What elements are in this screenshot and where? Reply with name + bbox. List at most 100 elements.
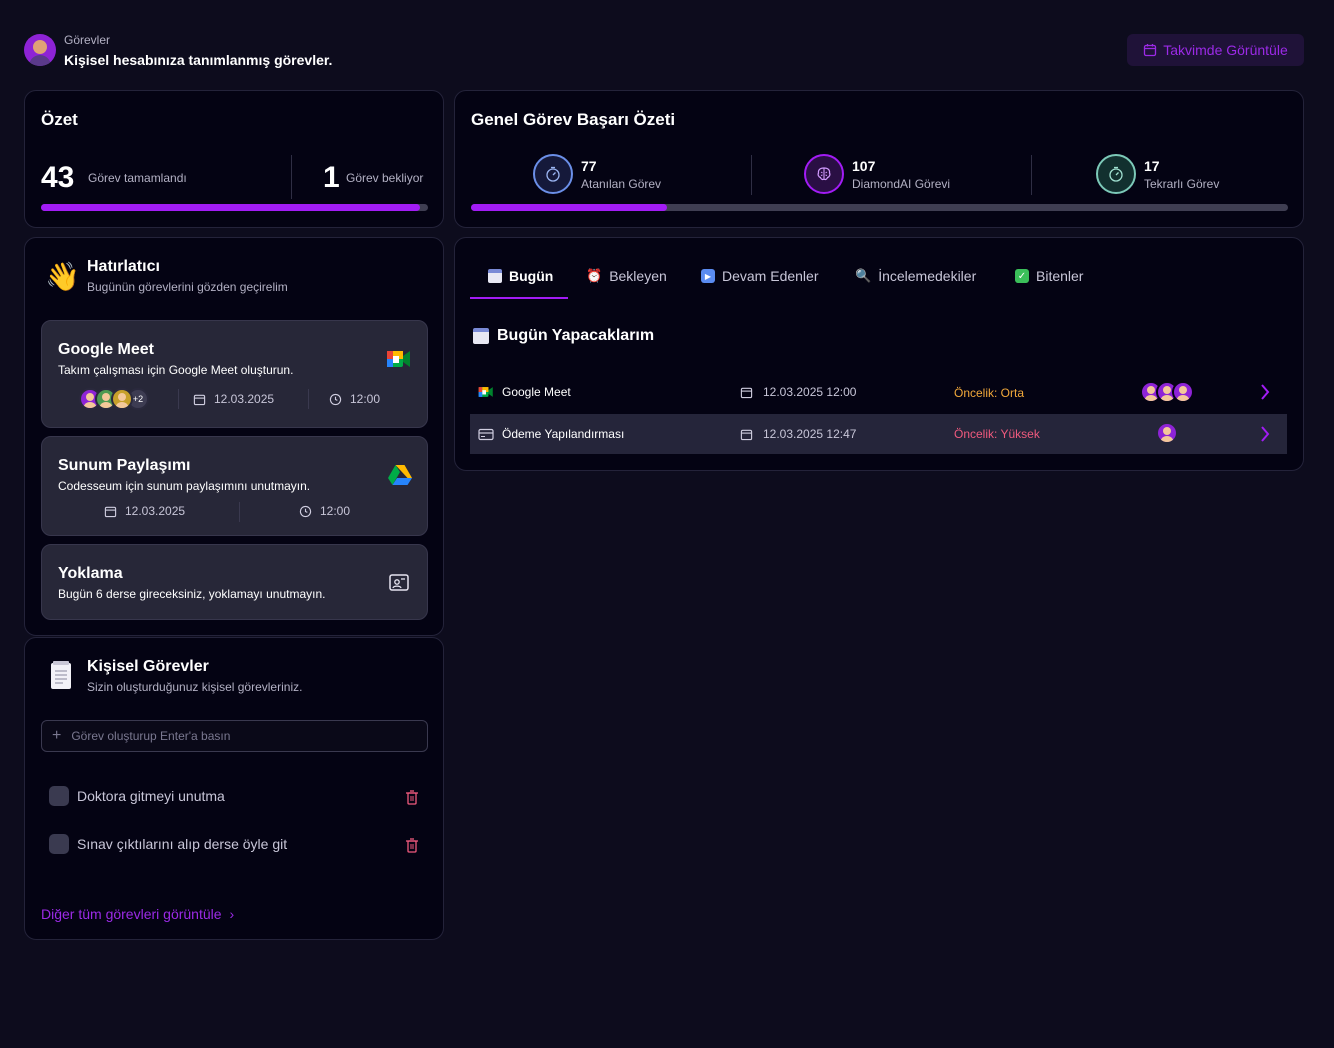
avatar [1156,422,1178,444]
reminder-item-desc: Bugün 6 derse gireceksiniz, yoklamayı un… [58,587,326,601]
completed-count: 43 [41,161,75,194]
success-progress-fill [471,204,668,211]
pending-count: 1 [323,161,340,194]
summary-card: Özet 43 Görev tamamlandı 1 Görev bekliyo… [24,90,444,228]
task-item: Sınav çıktılarını alıp derse öyle git [49,834,287,854]
item-divider [178,389,179,409]
stat-label: Atanılan Görev [581,176,662,191]
calendar-icon [488,269,502,283]
reminder-item-google-meet[interactable]: Google Meet Takım çalışması için Google … [41,320,428,428]
personal-subtitle: Sizin oluşturduğunuz kişisel görevlerini… [87,680,303,694]
summary-title: Özet [41,110,78,129]
summary-progress-track [41,204,428,211]
clock-icon [299,505,312,517]
chevron-right-icon[interactable] [1260,425,1270,448]
success-summary-card: Genel Görev Başarı Özeti 77 Atanılan Gör… [454,90,1304,228]
stat-label: DiamondAI Görevi [852,176,951,191]
avatar [1172,381,1194,403]
calendar-button-label: Takvimde Görüntüle [1163,42,1288,58]
google-meet-icon [478,387,493,397]
today-title: Bugün Yapacaklarım [497,327,655,344]
task-checkbox[interactable] [49,834,69,854]
calendar-icon [1144,44,1157,57]
check-mark-icon: ✓ [1015,269,1029,283]
row-assignees [1156,422,1178,444]
credit-card-icon [478,428,494,440]
active-tab-indicator [470,297,568,299]
play-pause-icon: ▶ [701,269,715,283]
calendar-icon [740,387,753,398]
tab-bitenler[interactable]: ✓ Bitenler [1015,268,1083,284]
stat-assigned: 77 Atanılan Görev [533,154,661,194]
header-section: Görevler [64,33,111,47]
reminder-item-desc: Codesseum için sunum paylaşımını unutmay… [58,479,311,493]
item-time: 12:00 [299,504,350,518]
calendar-view-button[interactable]: Takvimde Görüntüle [1127,34,1304,66]
calendar-icon [740,429,753,440]
stat-recurring: 17 Tekrarlı Görev [1096,154,1219,194]
assignee-avatars: +2 [79,388,149,410]
personal-tasks-card: Kişisel Görevler Sizin oluşturduğunuz ki… [24,637,444,940]
user-avatar[interactable] [24,34,56,66]
google-drive-icon [387,464,413,491]
trash-icon[interactable] [405,838,419,858]
reminder-title: Hatırlatıcı [87,258,160,275]
priority-badge: Öncelik: Yüksek [954,427,1040,441]
tab-devam-edenler[interactable]: ▶ Devam Edenler [701,268,819,284]
summary-progress-fill [41,204,421,211]
task-row[interactable]: Google Meet 12.03.2025 12:00 Öncelik: Or… [470,373,1287,413]
summary-divider [291,155,292,199]
row-name: Google Meet [478,385,571,399]
trash-icon[interactable] [405,790,419,810]
notepad-icon [50,660,72,695]
stopwatch-icon [533,154,573,194]
priority-badge: Öncelik: Orta [954,386,1025,400]
task-checkbox[interactable] [49,786,69,806]
pending-label: Görev bekliyor [346,171,424,185]
reminder-item-title: Yoklama [58,565,123,582]
stat-value: 17 [1144,157,1160,174]
reminder-item-yoklama[interactable]: Yoklama Bugün 6 derse gireceksiniz, yokl… [41,544,428,620]
personal-title: Kişisel Görevler [87,658,209,675]
today-heading: Bugün Yapacaklarım [473,327,654,345]
plus-icon: + [52,727,62,744]
chevron-right-icon: › [229,906,235,922]
row-datetime: 12.03.2025 12:47 [740,427,856,441]
waving-hand-icon: 👋 [45,261,80,292]
completed-label: Görev tamamlandı [88,171,187,185]
clock-icon [329,393,342,405]
task-row[interactable]: Ödeme Yapılandırması 12.03.2025 12:47 Ön… [470,414,1287,454]
reminder-item-desc: Takım çalışması için Google Meet oluştur… [58,363,294,377]
avatar [111,388,133,410]
new-task-input[interactable]: + Görev oluşturup Enter'a basın [41,720,428,752]
stat-diamondai: 107 DiamondAI Görevi [804,154,950,194]
calendar-icon [104,506,117,517]
magnifier-icon: 🔍 [855,268,872,283]
item-date: 12.03.2025 [193,392,274,406]
brain-icon [804,154,844,194]
item-date: 12.03.2025 [104,504,185,518]
success-progress-track [471,204,1288,211]
view-all-tasks-link[interactable]: Diğer tüm görevleri görüntüle › [41,906,234,922]
reminder-subtitle: Bugünün görevlerini gözden geçirelim [87,280,288,294]
item-divider [239,502,240,522]
item-divider [308,389,309,409]
task-item: Doktora gitmeyi unutma [49,786,225,806]
task-input-placeholder: Görev oluşturup Enter'a basın [71,729,231,743]
google-meet-icon [386,348,412,375]
stat-divider [751,155,752,195]
success-title: Genel Görev Başarı Özeti [471,110,676,129]
tab-incelemedekiler[interactable]: 🔍 İncelemedekiler [855,268,976,284]
reminder-item-title: Sunum Paylaşımı [58,457,191,474]
chevron-right-icon[interactable] [1260,383,1270,406]
stat-value: 77 [581,157,597,174]
stat-label: Tekrarlı Görev [1144,176,1220,191]
item-time: 12:00 [329,392,380,406]
tab-bugun[interactable]: Bugün [488,268,553,284]
header-subtitle: Kişisel hesabınıza tanımlanmış görevler. [64,52,333,68]
stat-divider [1031,155,1032,195]
reminder-item-sunum[interactable]: Sunum Paylaşımı Codesseum için sunum pay… [41,436,428,536]
tab-bekleyen[interactable]: ⏰ Bekleyen [586,268,667,284]
presentation-icon [388,573,410,598]
stat-value: 107 [852,157,876,174]
